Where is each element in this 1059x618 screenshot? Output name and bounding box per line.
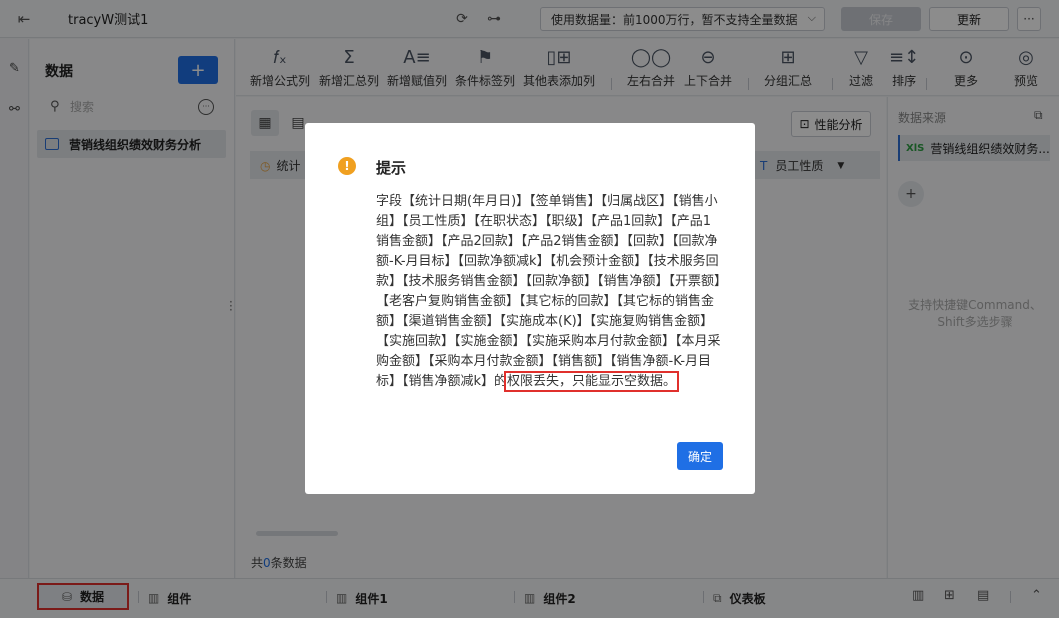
dialog-title: 提示 [376, 159, 407, 177]
dialog-message-highlight: 权限丢失，只能显示空数据。 [504, 371, 680, 392]
warning-icon: ! [338, 157, 356, 175]
dialog-message: 字段【统计日期(年月日)】【签单销售】【归属战区】【销售小组】【员工性质】【在职… [376, 192, 724, 392]
ok-button[interactable]: 确定 [677, 442, 723, 470]
dialog-message-text: 字段【统计日期(年月日)】【签单销售】【归属战区】【销售小组】【员工性质】【在职… [376, 194, 721, 389]
alert-dialog: ! 提示 字段【统计日期(年月日)】【签单销售】【归属战区】【销售小组】【员工性… [305, 123, 755, 494]
